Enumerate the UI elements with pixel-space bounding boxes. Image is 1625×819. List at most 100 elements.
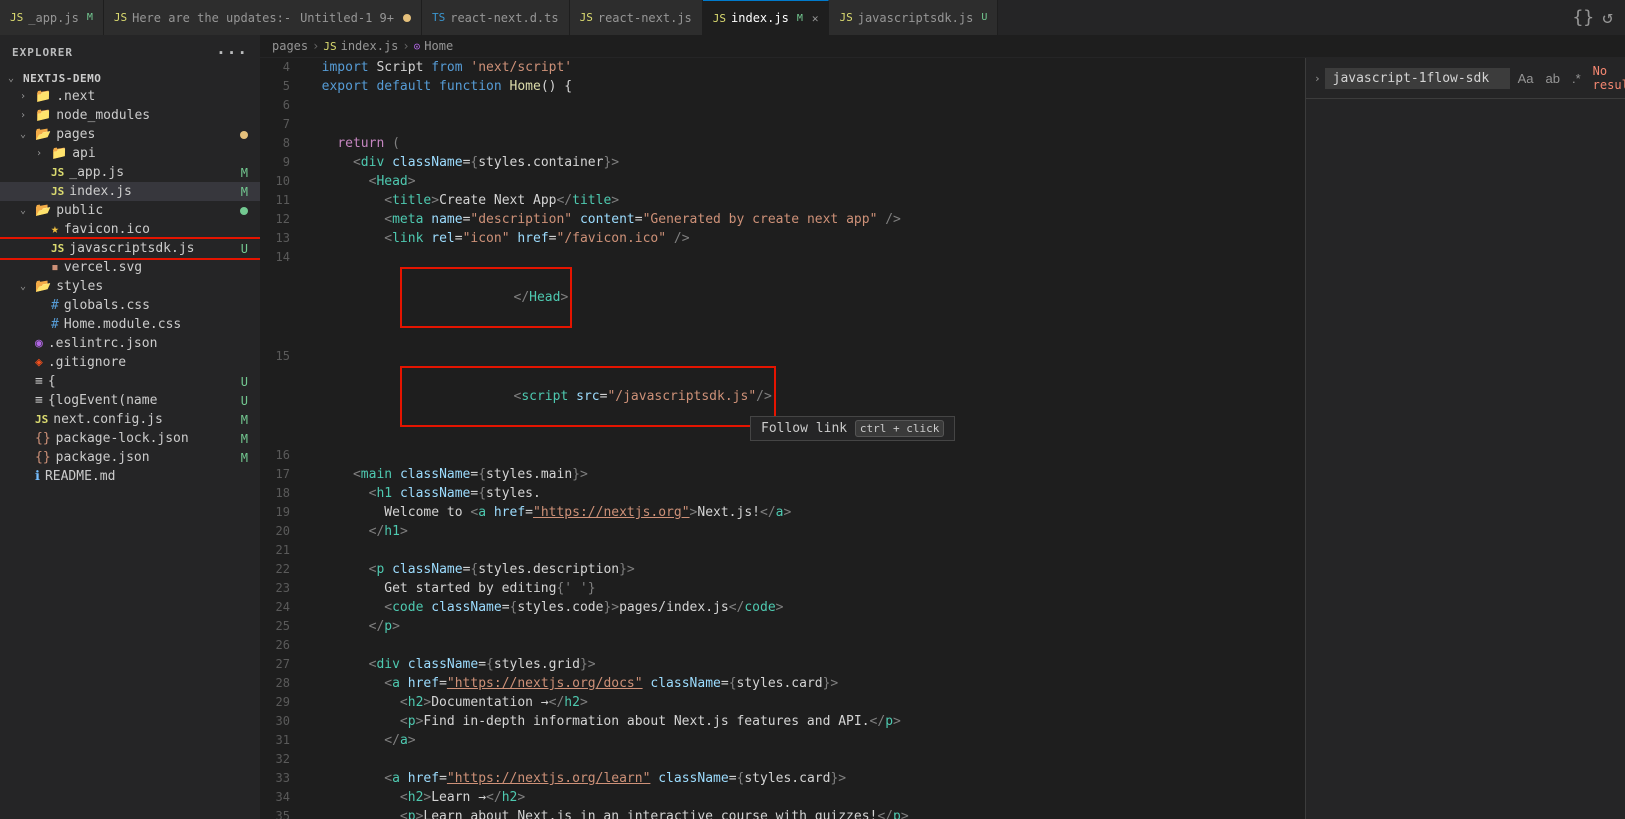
line-number: 5 xyxy=(264,77,306,96)
code-line-10: 10 <Head> xyxy=(260,172,1305,191)
tab-react-next-d[interactable]: TS react-next.d.ts xyxy=(422,0,570,35)
main-layout: EXPLORER ··· ⌄ NEXTJS-DEMO › 📁 .next › 📁… xyxy=(0,35,1625,819)
untracked-badge: U xyxy=(241,375,260,389)
sidebar-item-package-lock[interactable]: › {} package-lock.json M xyxy=(0,429,260,448)
sidebar-item-home-css[interactable]: › # Home.module.css xyxy=(0,315,260,334)
line-number: 25 xyxy=(264,617,306,636)
line-number: 35 xyxy=(264,807,306,819)
js-icon: JS xyxy=(839,11,852,24)
code-line-21: 21 xyxy=(260,541,1305,560)
sidebar-item-next-config[interactable]: › JS next.config.js M xyxy=(0,410,260,429)
sidebar-item-label: next.config.js xyxy=(53,412,163,427)
css-file-icon: # xyxy=(51,298,59,313)
sidebar-item-readme[interactable]: › ℹ README.md xyxy=(0,467,260,486)
tab-app-js[interactable]: JS _app.js M xyxy=(0,0,104,35)
line-content: <h1 className={styles. xyxy=(306,484,1305,503)
timeline-icon[interactable]: ↺ xyxy=(1602,7,1613,28)
line-number: 13 xyxy=(264,229,306,248)
modified-badge: M xyxy=(241,432,260,446)
close-tab-button[interactable]: ✕ xyxy=(812,12,819,25)
sidebar-item-package-json[interactable]: › {} package.json M xyxy=(0,448,260,467)
tab-here-are-updates[interactable]: JS Here are the updates:- Untitled-1 9+ xyxy=(104,0,422,35)
sidebar-item-label: README.md xyxy=(45,469,115,484)
sidebar-item-pages[interactable]: ⌄ 📂 pages xyxy=(0,125,260,144)
untracked-dot xyxy=(240,207,248,215)
sidebar-item-globals-css[interactable]: › # globals.css xyxy=(0,296,260,315)
folder-open-icon: 📂 xyxy=(35,203,51,218)
tab-label: react-next.js xyxy=(598,11,692,25)
folder-open-icon: 📂 xyxy=(35,279,51,294)
tab-label: Here are the updates:- xyxy=(132,11,291,25)
sidebar-item-app-js[interactable]: › JS _app.js M xyxy=(0,163,260,182)
code-line-8: 8 return ( xyxy=(260,134,1305,153)
breadcrumb-home: Home xyxy=(424,39,453,53)
tab-badge: M xyxy=(87,12,93,23)
tab-bar: JS _app.js M JS Here are the updates:- U… xyxy=(0,0,1625,35)
tab-javascriptsdk[interactable]: JS javascriptsdk.js U xyxy=(829,0,998,35)
sidebar-item-public[interactable]: ⌄ 📂 public xyxy=(0,201,260,220)
line-content: <main className={styles.main}> xyxy=(306,465,1305,484)
line-number: 12 xyxy=(264,210,306,229)
modified-badge: M xyxy=(241,413,260,427)
sidebar-item-gitignore[interactable]: › ◈ .gitignore xyxy=(0,353,260,372)
line-number: 20 xyxy=(264,522,306,541)
star-file-icon: ★ xyxy=(51,222,59,237)
sidebar-item-next[interactable]: › 📁 .next xyxy=(0,87,260,106)
sidebar-item-label: package.json xyxy=(56,450,150,465)
eslint-file-icon: ◉ xyxy=(35,336,43,351)
sidebar-item-project[interactable]: ⌄ NEXTJS-DEMO xyxy=(0,70,260,87)
sidebar-item-api[interactable]: › 📁 api xyxy=(0,144,260,163)
line-number: 18 xyxy=(264,484,306,503)
line-number: 9 xyxy=(264,153,306,172)
line-number: 11 xyxy=(264,191,306,210)
sidebar-item-favicon[interactable]: › ★ favicon.ico xyxy=(0,220,260,239)
code-line-17: 17 <main className={styles.main}> xyxy=(260,465,1305,484)
sidebar-item-index-js[interactable]: › JS index.js M xyxy=(0,182,260,201)
unsaved-dot xyxy=(403,14,411,22)
breadcrumb-sep: › xyxy=(312,39,319,53)
line-number: 29 xyxy=(264,693,306,712)
split-editor-icon[interactable]: {} xyxy=(1572,7,1594,28)
modified-dot xyxy=(240,131,248,139)
tab-label: javascriptsdk.js xyxy=(858,11,974,25)
sidebar-item-label: .next xyxy=(56,89,95,104)
sidebar-item-eslintrc[interactable]: › ◉ .eslintrc.json xyxy=(0,334,260,353)
sidebar-header: EXPLORER ··· xyxy=(0,35,260,70)
sidebar-more-button[interactable]: ··· xyxy=(216,43,248,62)
regex-button[interactable]: .* xyxy=(1568,69,1585,88)
sidebar-item-node-modules[interactable]: › 📁 node_modules xyxy=(0,106,260,125)
code-line-6: 6 xyxy=(260,96,1305,115)
folder-icon: 📁 xyxy=(51,146,67,161)
line-content: </Head> xyxy=(306,248,1305,347)
untracked-badge: U xyxy=(241,242,260,256)
folder-icon: 📁 xyxy=(35,108,51,123)
css-file-icon: # xyxy=(51,317,59,332)
line-number: 14 xyxy=(264,248,306,267)
line-number: 23 xyxy=(264,579,306,598)
sidebar-item-javascriptsdk[interactable]: › JS javascriptsdk.js U xyxy=(0,239,260,258)
line-content: <title>Create Next App</title> xyxy=(306,191,1305,210)
json-file-icon: {} xyxy=(35,431,51,446)
line-number: 8 xyxy=(264,134,306,153)
line-number: 27 xyxy=(264,655,306,674)
sidebar-item-label: {logEvent(name xyxy=(48,393,158,408)
search-input[interactable] xyxy=(1325,68,1510,89)
line-content: Welcome to <a href="https://nextjs.org">… xyxy=(306,503,1305,522)
match-case-button[interactable]: Aa xyxy=(1514,69,1538,88)
expand-icon[interactable]: › xyxy=(1314,72,1321,85)
code-line-13: 13 <link rel="icon" href="/favicon.ico" … xyxy=(260,229,1305,248)
sidebar-item-label: .gitignore xyxy=(48,355,126,370)
home-breadcrumb-icon: ⊙ xyxy=(414,40,421,53)
code-line-22: 22 <p className={styles.description}> xyxy=(260,560,1305,579)
chevron-right-icon: › xyxy=(36,148,48,159)
sidebar-item-vercel-svg[interactable]: › ▪ vercel.svg xyxy=(0,258,260,277)
sidebar-item-logevent[interactable]: › ≡ {logEvent(name U xyxy=(0,391,260,410)
code-line-24: 24 <code className={styles.code}>pages/i… xyxy=(260,598,1305,617)
tab-react-next[interactable]: JS react-next.js xyxy=(570,0,703,35)
tab-index-js[interactable]: JS index.js M ✕ xyxy=(703,0,830,35)
sidebar-item-styles[interactable]: ⌄ 📂 styles xyxy=(0,277,260,296)
match-word-button[interactable]: ab xyxy=(1542,69,1564,88)
tab-badge-u: U xyxy=(981,12,987,23)
sidebar-item-bracket1[interactable]: › ≡ { U xyxy=(0,372,260,391)
code-editor[interactable]: Follow link ctrl + click 4 import Script… xyxy=(260,58,1305,819)
